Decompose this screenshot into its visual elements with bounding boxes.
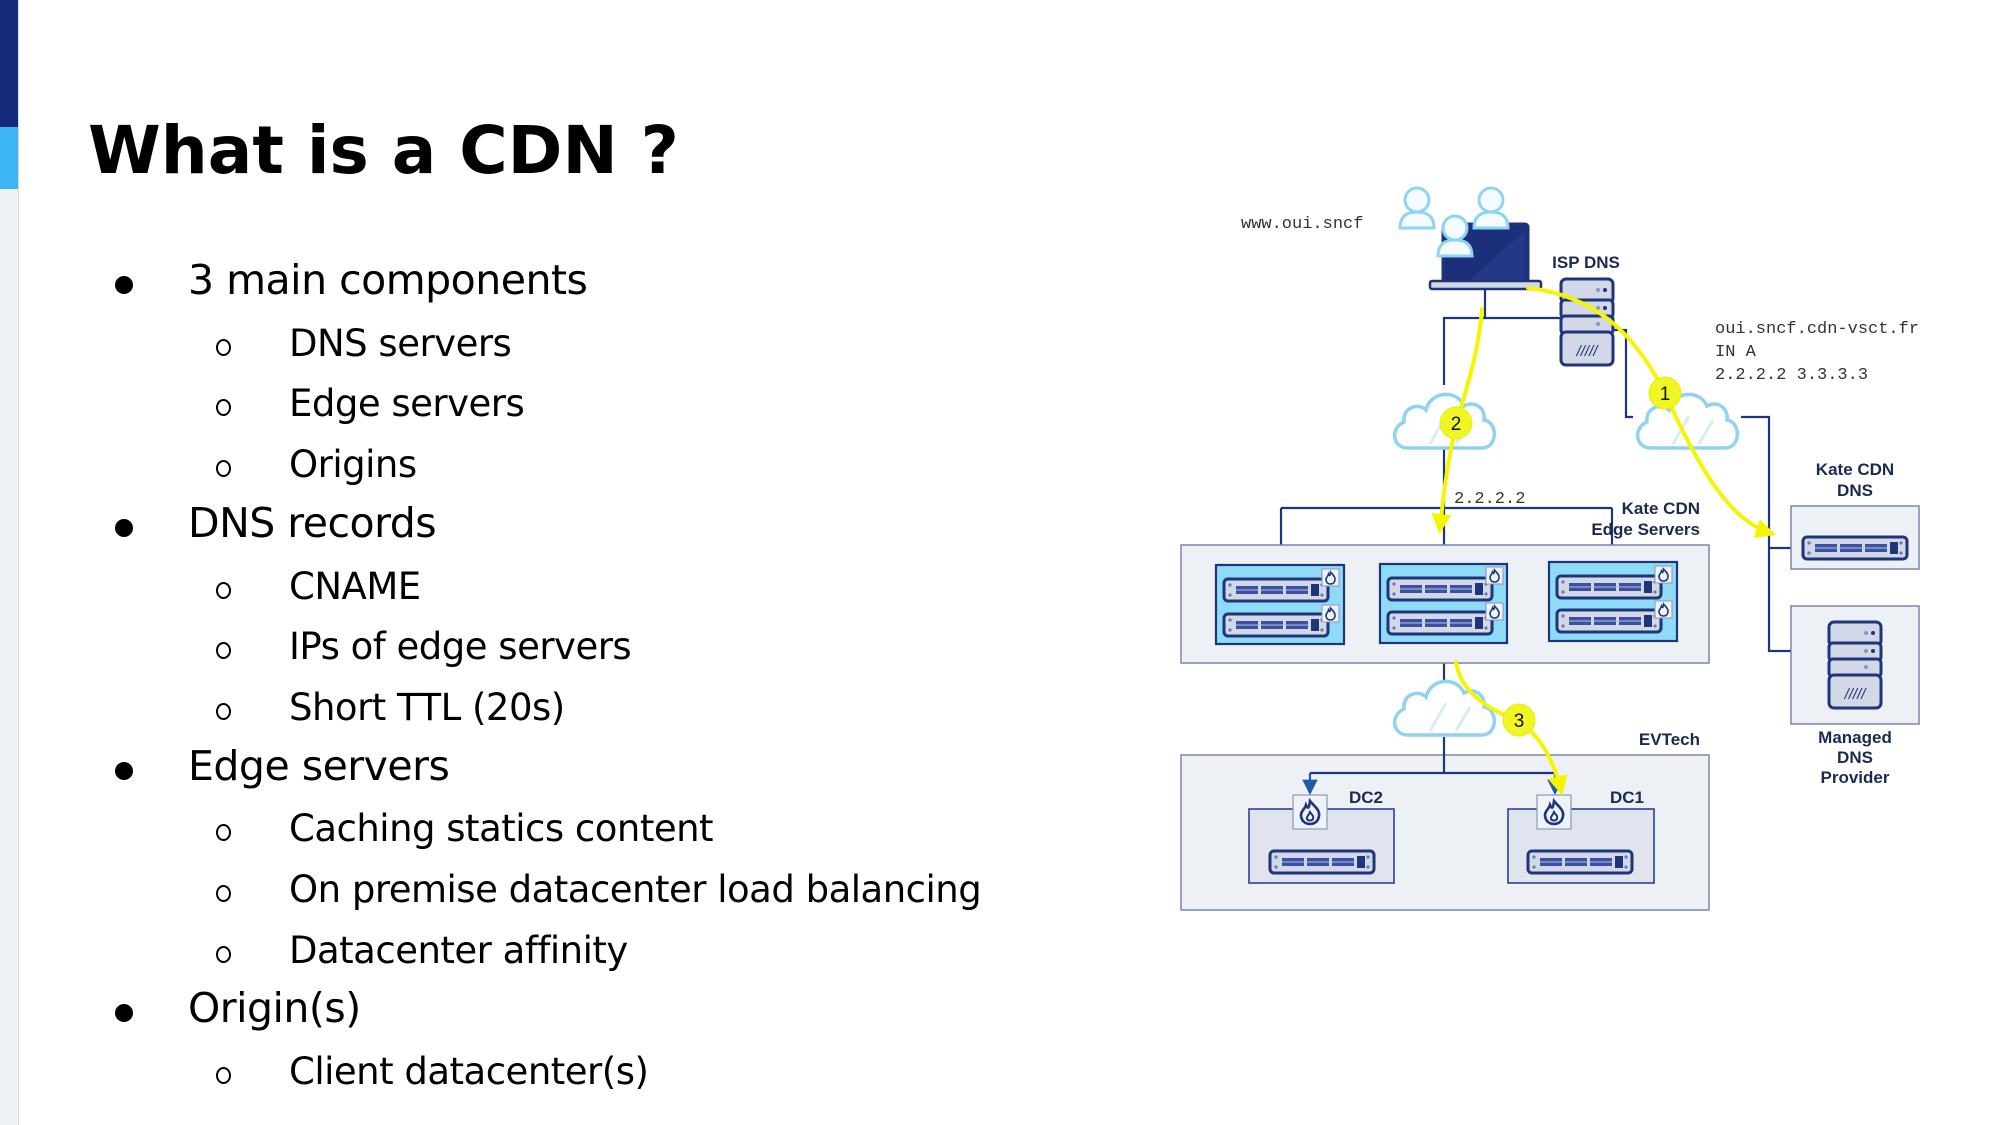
client-url: www.oui.sncf	[1241, 215, 1363, 234]
origin-label: EVTech	[1639, 730, 1700, 749]
edge-servers-label: Kate CDN	[1622, 499, 1700, 518]
dc1-firewall-icon	[1535, 793, 1573, 831]
svg-text:3: 3	[1514, 711, 1525, 732]
internet-cloud-bottom	[1392, 679, 1497, 737]
dc1-server-icon	[1526, 849, 1634, 875]
step-badge-2: 2	[1439, 406, 1473, 440]
svg-text:Edge Servers: Edge Servers	[1591, 520, 1700, 539]
svg-text:IN A: IN A	[1715, 343, 1757, 362]
dc1-label: DC1	[1610, 788, 1644, 807]
edge-server-group	[1214, 563, 1346, 646]
user-icon	[1472, 186, 1510, 230]
dc2-server-icon	[1268, 849, 1376, 875]
kate-cdn-dns-server-icon	[1801, 535, 1909, 561]
dns-response: oui.sncf.cdn-vsct.fr IN A 2.2.2.2 3.3.3.…	[1715, 320, 1919, 385]
svg-text:2.2.2.2 3.3.3.3: 2.2.2.2 3.3.3.3	[1715, 366, 1868, 385]
svg-text:1: 1	[1660, 384, 1671, 405]
edge-server-group	[1378, 562, 1509, 645]
dc2-label: DC2	[1349, 788, 1383, 807]
edge-server-group	[1547, 560, 1679, 643]
step-badge-1: 1	[1648, 376, 1682, 410]
svg-text:Provider: Provider	[1821, 768, 1890, 787]
svg-text:DNS: DNS	[1837, 481, 1873, 500]
kate-cdn-dns-label: Kate CDN	[1816, 460, 1894, 479]
edge-ip-label: 2.2.2.2	[1454, 490, 1525, 509]
isp-dns-label: ISP DNS	[1552, 253, 1620, 272]
cdn-diagram: ///// www.oui.sncf ISP DNS oui.sncf.cdn-…	[1180, 186, 1920, 911]
svg-text:oui.sncf.cdn-vsct.fr: oui.sncf.cdn-vsct.fr	[1715, 320, 1919, 339]
user-icon	[1398, 186, 1436, 230]
managed-dns-server-icon	[1827, 620, 1883, 710]
managed-dns-label: Managed	[1818, 728, 1892, 747]
step-badge-3: 3	[1502, 703, 1536, 737]
svg-text:DNS: DNS	[1837, 748, 1873, 767]
isp-dns-server-icon	[1559, 277, 1615, 367]
dc2-firewall-icon	[1291, 793, 1329, 831]
svg-text:2: 2	[1451, 414, 1462, 435]
